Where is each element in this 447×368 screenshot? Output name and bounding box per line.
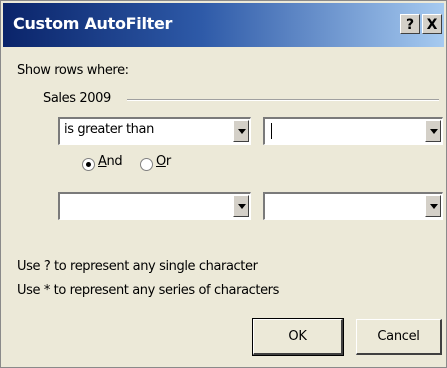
radio-selected-dot — [86, 162, 91, 167]
field-name-label: Sales 2009 — [43, 91, 111, 106]
help-button[interactable]: ? — [400, 14, 420, 34]
value-2-combobox[interactable] — [263, 192, 443, 220]
show-rows-label: Show rows where: — [17, 63, 129, 78]
hint-series-chars: Use * to represent any series of charact… — [17, 283, 279, 298]
cancel-button[interactable]: Cancel — [356, 319, 442, 355]
custom-autofilter-dialog: Custom AutoFilter ? X Show rows where: S… — [0, 0, 447, 368]
operator-1-dropdown[interactable]: is greater than — [58, 117, 251, 145]
and-radio-label[interactable]: And — [98, 154, 123, 169]
value-1-dropdown-arrow-icon[interactable] — [425, 120, 441, 142]
or-radio[interactable] — [140, 158, 153, 171]
text-caret — [271, 123, 272, 139]
title-bar[interactable]: Custom AutoFilter ? X — [3, 3, 444, 47]
and-radio[interactable] — [82, 158, 95, 171]
operator-1-dropdown-arrow-icon[interactable] — [233, 120, 249, 142]
group-separator — [127, 99, 439, 101]
hint-single-char: Use ? to represent any single character — [17, 259, 258, 274]
operator-2-dropdown[interactable] — [58, 192, 251, 220]
operator-2-dropdown-arrow-icon[interactable] — [233, 195, 249, 217]
dialog-title: Custom AutoFilter — [13, 14, 173, 33]
ok-button[interactable]: OK — [252, 318, 344, 356]
value-1-combobox[interactable] — [263, 117, 443, 145]
value-2-dropdown-arrow-icon[interactable] — [425, 195, 441, 217]
or-radio-label[interactable]: Or — [156, 154, 171, 169]
close-button[interactable]: X — [422, 14, 442, 34]
operator-1-value: is greater than — [64, 122, 154, 137]
